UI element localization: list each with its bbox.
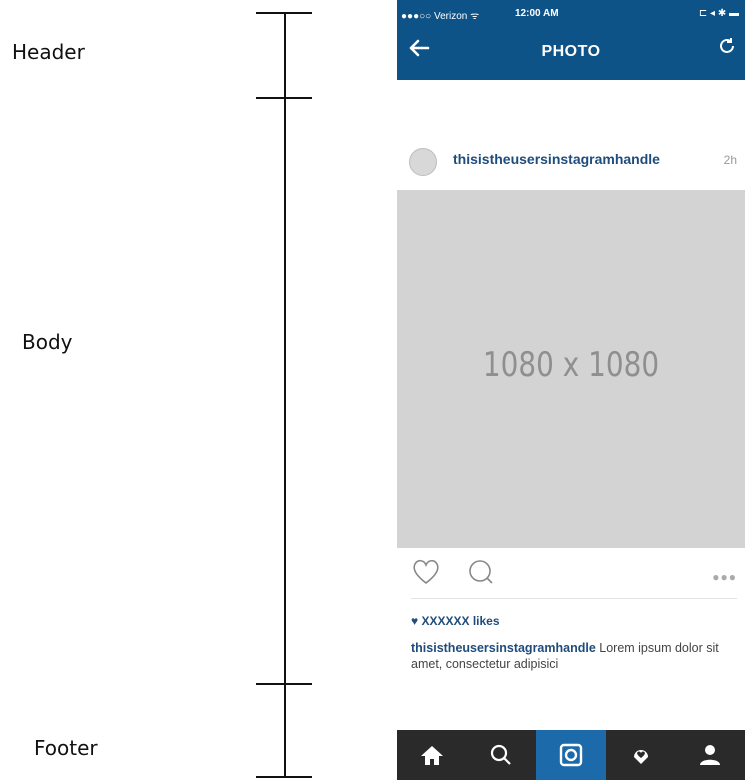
tab-bar xyxy=(397,730,745,780)
body-label: Body xyxy=(22,330,73,354)
status-bar: ●●●○○ Verizon ᯤ 12:00 AM ⊏ ◂ ✱ ▬ xyxy=(397,0,745,26)
page-title: PHOTO xyxy=(541,43,601,60)
header-label: Header xyxy=(12,40,85,64)
phone-screen: ●●●○○ Verizon ᯤ 12:00 AM ⊏ ◂ ✱ ▬ PHOTO t… xyxy=(397,0,745,780)
home-icon xyxy=(420,746,443,765)
activity-icon xyxy=(633,750,648,764)
comment-icon[interactable] xyxy=(467,558,495,591)
search-icon xyxy=(491,744,512,765)
nav-bar: PHOTO xyxy=(397,26,745,80)
refresh-icon[interactable] xyxy=(717,36,737,62)
bracket-tick-bottom xyxy=(256,776,312,778)
tab-profile[interactable] xyxy=(675,730,745,780)
battery-icon: ⊏ ◂ ✱ ▬ xyxy=(698,8,739,19)
post-header: thisistheusersinstagramhandle 2h xyxy=(397,140,745,180)
likes-count[interactable]: ♥ XXXXXX likes xyxy=(411,614,500,628)
avatar[interactable] xyxy=(409,148,437,176)
carrier-text: ●●●○○ Verizon ᯤ xyxy=(401,11,480,22)
photo-placeholder[interactable]: 1080 x 1080 xyxy=(397,190,745,548)
tab-camera[interactable] xyxy=(536,730,606,780)
footer-label: Footer xyxy=(34,736,98,760)
heart-icon[interactable] xyxy=(411,558,441,591)
tab-activity[interactable] xyxy=(606,730,676,780)
post-actions: ●●● xyxy=(397,556,745,596)
tab-home[interactable] xyxy=(397,730,467,780)
photo-dimensions-label: 1080 x 1080 xyxy=(482,345,660,385)
bracket-tick-body-end xyxy=(256,683,312,685)
section-bracket xyxy=(284,12,286,778)
tab-search[interactable] xyxy=(467,730,537,780)
caption: thisistheusersinstagramhandle Lorem ipsu… xyxy=(411,640,741,672)
status-time: 12:00 AM xyxy=(515,8,559,19)
camera-icon xyxy=(559,743,583,767)
post-time: 2h xyxy=(723,153,737,167)
bracket-tick-top xyxy=(256,12,312,14)
caption-handle[interactable]: thisistheusersinstagramhandle xyxy=(411,641,596,655)
profile-icon xyxy=(700,745,721,765)
bracket-tick-header-end xyxy=(256,97,312,99)
divider xyxy=(411,598,737,599)
post-handle[interactable]: thisistheusersinstagramhandle xyxy=(453,151,660,167)
more-options-icon[interactable]: ●●● xyxy=(712,570,737,584)
